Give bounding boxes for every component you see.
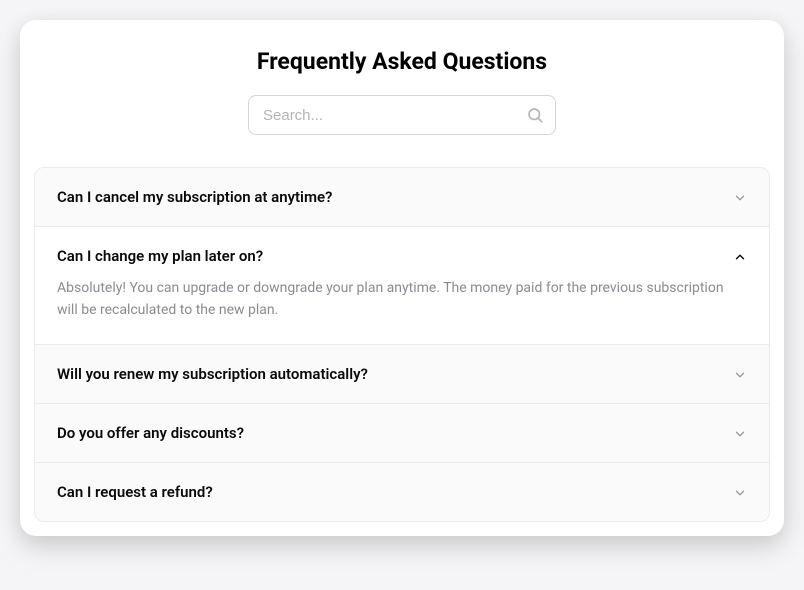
faq-item: Can I request a refund? <box>35 463 769 521</box>
faq-card: Frequently Asked Questions Can I cancel … <box>20 20 784 536</box>
chevron-down-icon <box>733 426 747 440</box>
faq-toggle[interactable]: Can I change my plan later on? <box>35 227 769 277</box>
faq-answer: Absolutely! You can upgrade or downgrade… <box>35 277 769 344</box>
faq-toggle[interactable]: Can I cancel my subscription at anytime? <box>35 168 769 226</box>
faq-accordion: Can I cancel my subscription at anytime?… <box>34 167 770 522</box>
faq-toggle[interactable]: Can I request a refund? <box>35 463 769 521</box>
faq-toggle[interactable]: Do you offer any discounts? <box>35 404 769 462</box>
faq-item: Can I cancel my subscription at anytime? <box>35 168 769 227</box>
chevron-down-icon <box>733 367 747 381</box>
faq-item: Can I change my plan later on? Absolutel… <box>35 227 769 345</box>
faq-item: Will you renew my subscription automatic… <box>35 345 769 404</box>
chevron-up-icon <box>733 249 747 263</box>
search-input[interactable] <box>248 95 556 135</box>
faq-question: Do you offer any discounts? <box>57 424 244 442</box>
chevron-down-icon <box>733 190 747 204</box>
page-title: Frequently Asked Questions <box>20 48 784 75</box>
faq-question: Can I change my plan later on? <box>57 247 263 265</box>
faq-question: Can I request a refund? <box>57 483 213 501</box>
chevron-down-icon <box>733 485 747 499</box>
search-box <box>248 95 556 135</box>
search-container <box>20 95 784 135</box>
faq-question: Will you renew my subscription automatic… <box>57 365 368 383</box>
faq-question: Can I cancel my subscription at anytime? <box>57 188 332 206</box>
faq-toggle[interactable]: Will you renew my subscription automatic… <box>35 345 769 403</box>
faq-item: Do you offer any discounts? <box>35 404 769 463</box>
